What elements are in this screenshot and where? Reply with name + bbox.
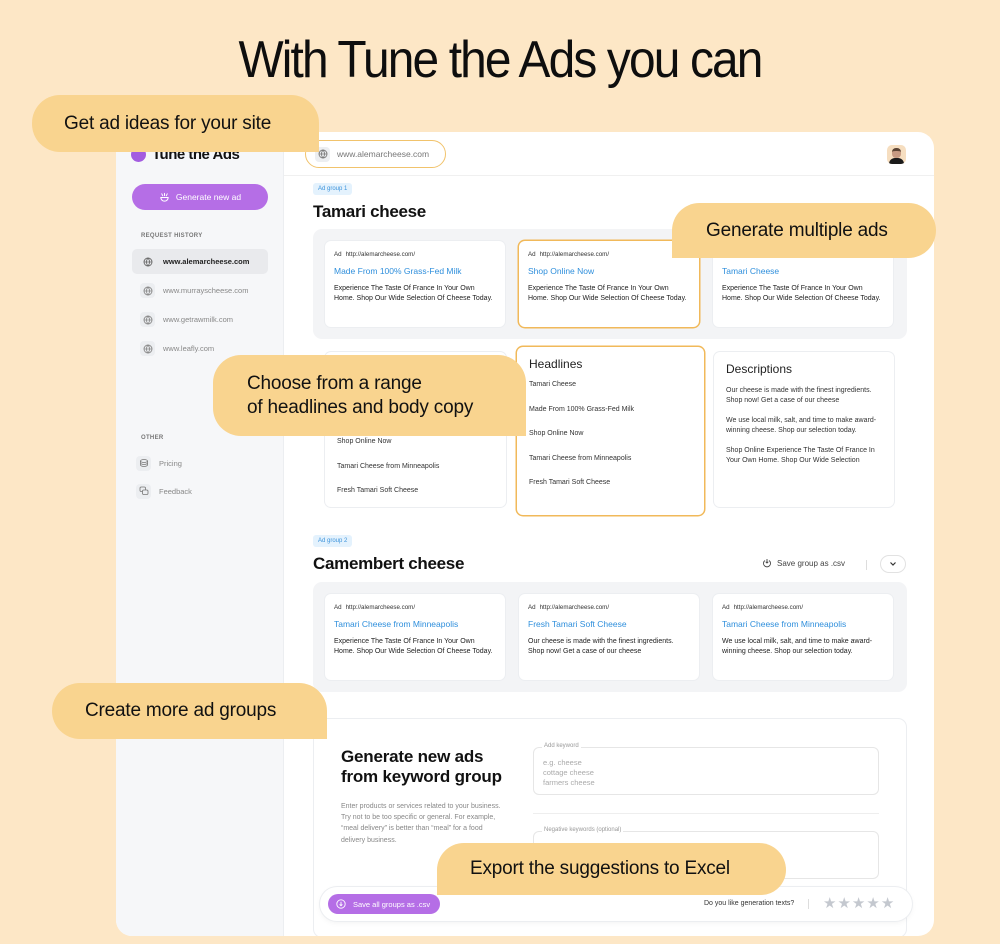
download-circle-icon bbox=[336, 899, 346, 909]
headlines-card: Headlines Tamari Cheese Made From 100% G… bbox=[517, 347, 704, 515]
chevron-down-icon bbox=[890, 562, 896, 566]
headline-option[interactable]: Shop Online Now bbox=[337, 438, 494, 463]
rating-stars: ★ ★ ★ ★ ★ bbox=[823, 896, 894, 911]
headlines-title: Headlines bbox=[529, 357, 583, 371]
globe-icon bbox=[140, 312, 155, 327]
ad-title: Made From 100% Grass-Fed Milk bbox=[334, 266, 462, 276]
page-headline: With Tune the Ads you can bbox=[238, 31, 763, 89]
ad-card[interactable]: Adhttp://alemarcheese.com/ Tamari Cheese… bbox=[325, 594, 505, 680]
ad-card[interactable]: Ad http://alemarcheese.com/ Made From 100… bbox=[325, 241, 505, 327]
add-keyword-field[interactable]: Add keyword e.g. cheese cottage cheese f… bbox=[533, 743, 879, 795]
description-option[interactable]: Shop Online Experience The Taste Of Fran… bbox=[726, 446, 882, 466]
headline-option[interactable]: Tamari Cheese from Minneapolis bbox=[337, 463, 494, 488]
coins-icon bbox=[136, 455, 151, 471]
descriptions-title: Descriptions bbox=[726, 362, 793, 376]
save-group-csv-button[interactable]: Save group as .csv bbox=[762, 558, 845, 568]
history-item[interactable]: www.alemarcheese.com bbox=[132, 249, 268, 274]
ad-preview-panel: Ad http://alemarcheese.com/ Tamari Cheese… bbox=[313, 582, 907, 692]
ad-body: We use local milk, salt, and time to mak… bbox=[722, 638, 873, 655]
sidebar-item-pricing[interactable]: Pricing bbox=[136, 453, 182, 473]
request-history-label: REQUEST HISTORY bbox=[141, 233, 203, 239]
callout-headlines-range: Choose from a range of headlines and bod… bbox=[213, 355, 526, 436]
ad-body: Experience The Taste Of France In Your O… bbox=[334, 285, 493, 302]
keyword-placeholder: e.g. cheese cottage cheese farmers chees… bbox=[543, 758, 595, 788]
download-icon bbox=[763, 559, 771, 568]
history-item[interactable]: www.murrayscheese.com bbox=[132, 278, 268, 303]
description-option[interactable]: We use local milk, salt, and time to mak… bbox=[726, 416, 882, 436]
user-avatar[interactable] bbox=[887, 145, 906, 164]
headline-option[interactable]: Fresh Tamari Soft Cheese bbox=[529, 479, 692, 504]
keyword-section-description: Enter products or services related to yo… bbox=[341, 803, 501, 844]
ad-group-tag: Ad group 2 bbox=[313, 535, 353, 547]
url-input[interactable]: www.alemarcheese.com bbox=[305, 140, 446, 168]
rating-question: Do you like generation texts? bbox=[704, 900, 795, 907]
description-option[interactable]: Our cheese is made with the finest ingre… bbox=[726, 386, 882, 406]
top-bar: www.alemarcheese.com bbox=[284, 132, 934, 176]
callout-multiple-ads: Generate multiple ads bbox=[672, 203, 936, 258]
headline-option[interactable]: Tamari Cheese from Minneapolis bbox=[529, 455, 692, 480]
ad-title: Shop Online Now bbox=[528, 266, 595, 276]
other-label: OTHER bbox=[141, 435, 164, 441]
ad-body: Experience The Taste Of France In Your O… bbox=[334, 638, 493, 655]
ad-card[interactable]: Ad http://alemarcheese.com/ Fresh Tamari … bbox=[519, 594, 699, 680]
ad-body: Our cheese is made with the finest ingre… bbox=[528, 638, 674, 655]
globe-icon bbox=[140, 341, 155, 356]
ad-group-tag: Ad group 1 bbox=[313, 183, 353, 195]
headline-option[interactable]: Shop Online Now bbox=[529, 430, 692, 455]
callout-more-groups: Create more ad groups bbox=[52, 683, 327, 739]
descriptions-card: Descriptions Our cheese is made with the… bbox=[714, 352, 894, 507]
sidebar-item-feedback[interactable]: Feedback bbox=[136, 481, 192, 501]
ad-title: Fresh Tamari Soft Cheese bbox=[528, 619, 627, 629]
star-icon[interactable]: ★ bbox=[881, 896, 894, 911]
star-icon[interactable]: ★ bbox=[866, 896, 879, 911]
headline-option[interactable]: Made From 100% Grass-Fed Milk bbox=[529, 406, 692, 431]
callout-export: Export the suggestions to Excel bbox=[437, 843, 786, 895]
history-item[interactable]: www.getrawmilk.com bbox=[132, 307, 268, 332]
star-icon[interactable]: ★ bbox=[852, 896, 865, 911]
sidebar: Tune the Ads Generate new ad REQUEST HIS… bbox=[116, 132, 284, 936]
globe-icon bbox=[140, 254, 155, 269]
sparkle-bowl-icon bbox=[160, 192, 169, 202]
expand-group-button[interactable] bbox=[880, 555, 906, 573]
ad-group-title: Camembert cheese bbox=[313, 554, 465, 573]
ad-title: Tamari Cheese from Minneapolis bbox=[334, 619, 459, 629]
callout-ad-ideas: Get ad ideas for your site bbox=[32, 95, 319, 152]
ad-card[interactable]: Adhttp://alemarcheese.com/ Tamari Cheese… bbox=[713, 594, 893, 680]
ad-body: Experience The Taste Of France In Your O… bbox=[528, 285, 687, 302]
headline-option[interactable]: Fresh Tamari Soft Cheese bbox=[337, 487, 494, 512]
keyword-section-title: Generate new ads from keyword group bbox=[341, 747, 502, 787]
chat-icon bbox=[136, 483, 151, 499]
headline-option[interactable]: Tamari Cheese bbox=[529, 381, 692, 406]
ad-title: Tamari Cheese bbox=[722, 266, 780, 276]
ad-group-title: Tamari cheese bbox=[313, 202, 426, 221]
save-all-groups-button[interactable]: Save all groups as .csv bbox=[328, 894, 440, 914]
star-icon[interactable]: ★ bbox=[823, 896, 836, 911]
generate-new-ad-button[interactable]: Generate new ad bbox=[132, 184, 268, 210]
ad-body: Experience The Taste Of France In Your O… bbox=[722, 285, 881, 302]
star-icon[interactable]: ★ bbox=[837, 896, 850, 911]
ad-title: Tamari Cheese from Minneapolis bbox=[722, 619, 847, 629]
globe-icon bbox=[140, 283, 155, 298]
